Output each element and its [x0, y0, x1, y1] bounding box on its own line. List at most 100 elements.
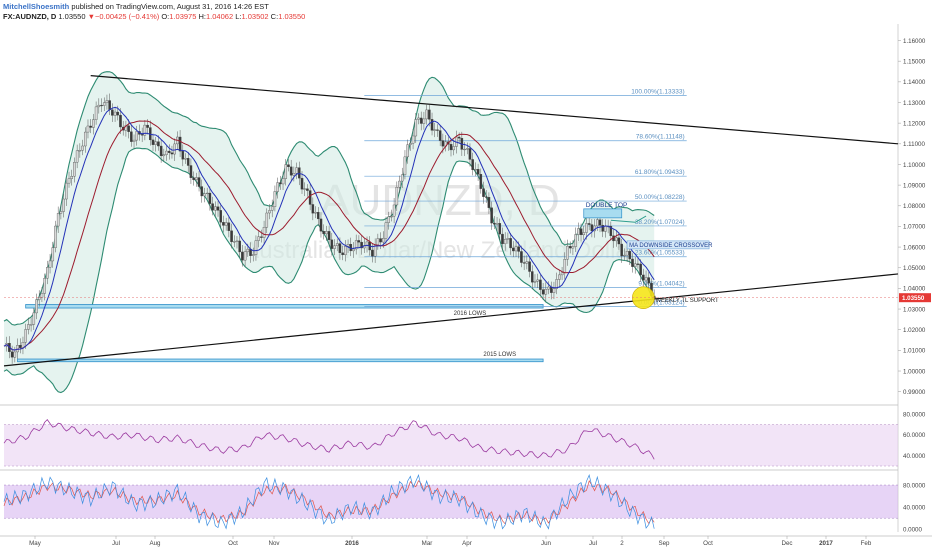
price-tick-label: 1.15000: [903, 58, 926, 65]
candle-body: [400, 174, 404, 182]
candle-body: [262, 227, 266, 238]
candle-body: [620, 243, 623, 257]
time-tick-label: Jun: [541, 540, 552, 547]
rsi-tick-label: 60.0000: [903, 432, 926, 439]
candle-body: [178, 136, 182, 152]
candle-body: [395, 187, 399, 206]
candle-body: [614, 237, 618, 242]
candle-body: [200, 186, 204, 197]
candle-body: [381, 238, 385, 243]
time-tick-label: Oct: [228, 540, 238, 547]
candle-body: [482, 188, 485, 197]
candle-body: [631, 258, 634, 267]
candle-body: [241, 251, 244, 261]
candle-body: [579, 228, 583, 236]
last-price-tag-label: 1.03550: [902, 295, 925, 302]
candle-body: [376, 238, 380, 246]
publisher-line: MitchellShoesmith published on TradingVi…: [3, 2, 883, 12]
candle-body: [352, 248, 355, 252]
candle-body: [536, 279, 539, 282]
candle-body: [495, 223, 499, 225]
candle-body: [268, 210, 271, 214]
time-tick-label: 2017: [819, 540, 833, 547]
chart-canvas[interactable]: AUDNZD, DAustralian Dollar/New Zealand D…: [0, 0, 932, 550]
candle-body: [457, 136, 461, 139]
candle-body: [452, 146, 455, 151]
candle-body: [422, 118, 426, 124]
candle-body: [509, 238, 512, 249]
price-tick-label: 1.13000: [903, 100, 926, 107]
fib-level-label: 23.60%(1.05533): [635, 250, 685, 257]
candle-body: [146, 124, 149, 128]
candle-body: [417, 117, 420, 120]
price-tick-label: 1.08000: [903, 203, 926, 210]
candle-body: [327, 231, 331, 241]
candle-body: [173, 143, 176, 155]
candle-body: [10, 351, 14, 358]
time-tick-label: 2016: [345, 540, 359, 547]
candle-body: [157, 141, 160, 147]
author-link[interactable]: MitchellShoesmith: [3, 2, 69, 11]
candle-body: [438, 130, 442, 141]
candle-body: [270, 206, 274, 211]
rsi-tick-label: 80.0000: [903, 411, 926, 418]
double-top-box: [583, 208, 623, 219]
candle-body: [560, 272, 564, 276]
candle-body: [257, 236, 260, 241]
candle-body: [170, 152, 174, 155]
candle-body: [86, 125, 90, 133]
candle-body: [203, 193, 206, 197]
candle-body: [230, 230, 233, 243]
candle-body: [78, 150, 82, 152]
candle-body: [94, 106, 98, 120]
candle-body: [514, 246, 518, 252]
candle-body: [530, 271, 534, 283]
candle-body: [251, 254, 255, 256]
candle-body: [371, 249, 374, 257]
fib-level-label: 78.60%(1.11148): [636, 134, 685, 141]
candle-body: [379, 238, 382, 243]
candle-body: [436, 129, 439, 131]
candle-body: [81, 145, 84, 151]
candle-body: [544, 288, 548, 295]
candle-body: [525, 261, 529, 264]
candle-body: [260, 236, 263, 238]
candle-body: [184, 157, 187, 160]
candle-body: [314, 211, 317, 214]
candle-body: [333, 245, 336, 249]
candle-body: [493, 222, 496, 225]
candle-body: [517, 246, 521, 252]
candle-body: [625, 251, 629, 256]
candle-body: [195, 177, 198, 180]
price-tick-label: 1.14000: [903, 79, 926, 86]
annotation-ma-crossover: MA DOWNSIDE CROSSOVER: [629, 243, 713, 249]
candle-body: [471, 159, 474, 170]
candle-body: [590, 224, 594, 232]
fib-level-label: 38.20%(1.07024): [635, 219, 685, 226]
candle-body: [465, 148, 469, 150]
candle-body: [463, 148, 466, 151]
ohlc-line: FX:AUDNZD, D 1.03550 ▼−0.00425 (−0.41%) …: [3, 12, 883, 22]
candle-body: [596, 219, 599, 227]
symbol-label[interactable]: FX:AUDNZD, D: [3, 12, 56, 21]
candle-body: [54, 225, 57, 248]
candle-body: [330, 239, 334, 249]
close-value: 1.03550: [278, 12, 306, 21]
candle-body: [135, 131, 139, 141]
candle-body: [306, 188, 309, 191]
open-value: 1.03975: [169, 12, 197, 21]
candle-body: [316, 211, 320, 220]
chart-header: MitchellShoesmith published on TradingVi…: [3, 2, 883, 22]
high-label: H:: [196, 12, 206, 21]
candle-body: [414, 119, 418, 137]
candle-body: [628, 251, 632, 260]
candle-body: [21, 342, 25, 348]
candle-body: [449, 144, 453, 151]
candle-body: [484, 196, 488, 198]
candle-body: [433, 129, 437, 131]
candle-body: [254, 240, 258, 255]
candle-body: [411, 135, 415, 144]
candle-body: [35, 299, 38, 314]
candle-body: [75, 150, 79, 163]
candle-body: [344, 246, 347, 256]
